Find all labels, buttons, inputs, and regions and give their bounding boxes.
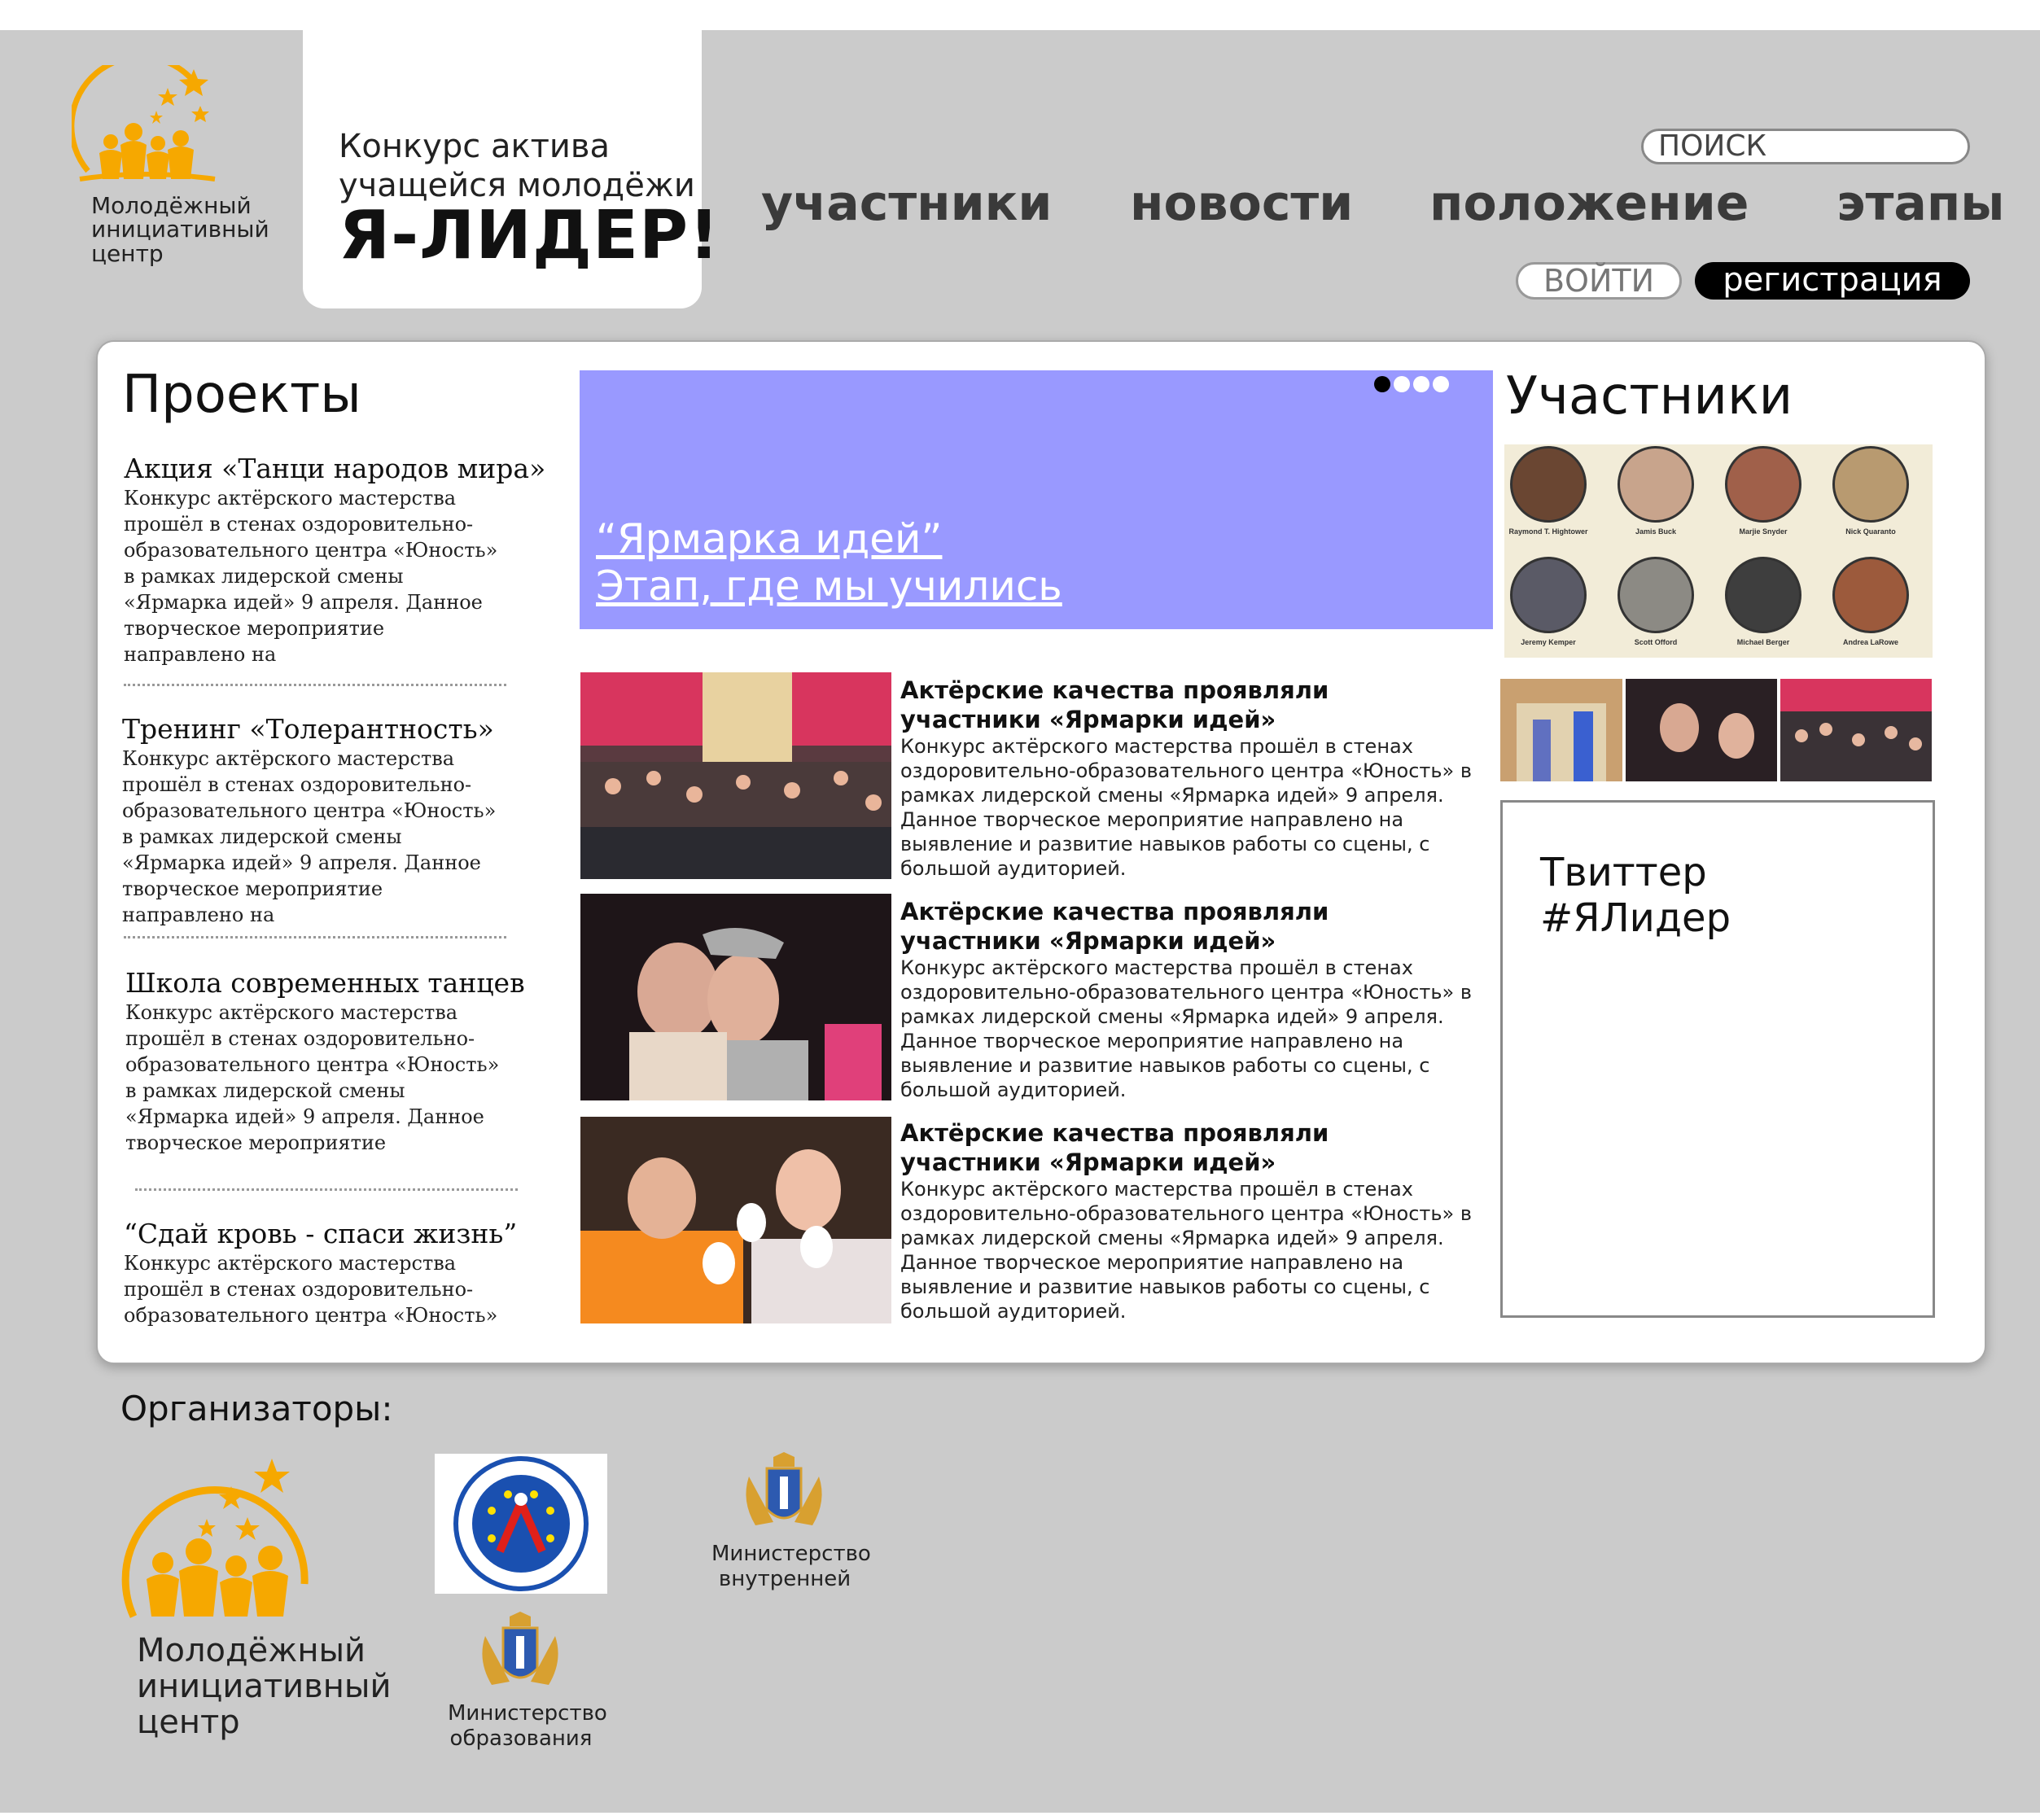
news-text: Конкурс актёрского мастерства прошёл в с… — [900, 735, 1472, 880]
caption-line: центр — [137, 1704, 240, 1741]
caption-line: образования — [449, 1726, 593, 1751]
slide-title-link[interactable]: “Ярмарка идей” — [596, 515, 942, 562]
participant-card[interactable]: Scott Offord — [1615, 557, 1696, 663]
participant-name: Jeremy Kemper — [1521, 638, 1576, 646]
contest-subtitle-line1: Конкурс актива — [339, 128, 611, 165]
twitter-line: Твиттер — [1540, 850, 1707, 895]
news-text: Конкурс актёрского мастерства прошёл в с… — [900, 1178, 1472, 1323]
avatar — [1510, 446, 1587, 523]
participant-name: Scott Offord — [1634, 638, 1678, 646]
slider-dot-active[interactable] — [1374, 376, 1390, 392]
caption-line: Молодёжный — [137, 1632, 366, 1669]
divider — [135, 1188, 518, 1191]
news-text: Конкурс актёрского мастерства прошёл в с… — [900, 956, 1472, 1101]
project-title[interactable]: Акция «Танци народов мира» — [124, 453, 545, 484]
search-input[interactable]: ПОИСК — [1641, 129, 1970, 164]
featured-slider[interactable]: “Ярмарка идей” Этап, где мы учились — [580, 370, 1493, 629]
project-text: Конкурс актёрского мастерства прошёл в с… — [124, 487, 498, 666]
project-text: Конкурс актёрского мастерства прошёл в с… — [122, 747, 497, 926]
participant-card[interactable]: Michael Berger — [1723, 557, 1804, 663]
nav-stages[interactable]: этапы — [1836, 175, 2005, 232]
avatar — [1618, 446, 1694, 523]
coat-of-arms-icon[interactable] — [469, 1612, 571, 1693]
slider-dot[interactable] — [1394, 376, 1410, 392]
logo-caption-line: центр — [91, 239, 164, 267]
avatar — [1832, 557, 1909, 633]
caption-line: Министерство — [448, 1701, 607, 1726]
divider — [124, 684, 506, 686]
participant-name: Nick Quaranto — [1845, 527, 1896, 536]
news-title[interactable]: Актёрские качества проявляли участники «… — [900, 676, 1470, 734]
avatar — [1510, 557, 1587, 633]
news-photo[interactable] — [580, 1117, 891, 1323]
twitter-title: Твиттер #ЯЛидер — [1540, 850, 1731, 941]
participants-heading: Участники — [1506, 366, 1793, 427]
divider — [124, 936, 506, 938]
participant-name: Andrea LaRowe — [1842, 638, 1898, 646]
project-title[interactable]: “Сдай кровь - спаси жизнь” — [124, 1218, 517, 1249]
projects-heading: Проекты — [122, 365, 361, 425]
mic-logo-icon[interactable] — [72, 65, 226, 187]
slider-dot[interactable] — [1413, 376, 1429, 392]
participant-name: Marjie Snyder — [1739, 527, 1788, 536]
avatar — [1725, 446, 1801, 523]
participant-card[interactable]: Nick Quaranto — [1830, 446, 1911, 552]
participant-card[interactable]: Jamis Buck — [1615, 446, 1696, 552]
participant-card[interactable]: Jeremy Kemper — [1508, 557, 1589, 663]
caption-line: инициативный — [137, 1668, 392, 1705]
ministry-internal-caption: Министерство внутренней — [711, 1542, 871, 1592]
participant-name: Raymond T. Hightower — [1508, 527, 1588, 536]
nav-news[interactable]: новости — [1130, 175, 1353, 232]
logo-caption-line: инициативный — [91, 216, 269, 243]
project-title[interactable]: Тренинг «Толерантность» — [122, 713, 494, 745]
news-title[interactable]: Актёрские качества проявляли участники «… — [900, 897, 1470, 956]
twitter-widget[interactable]: Твиттер #ЯЛидер — [1500, 800, 1935, 1318]
caption-line: внутренней — [718, 1567, 851, 1591]
photo-gallery-strip[interactable] — [1500, 679, 1932, 781]
nav-regulations[interactable]: положение — [1429, 175, 1749, 232]
avatar — [1618, 557, 1694, 633]
ministry-education-caption: Министерство образования — [448, 1701, 607, 1752]
news-photo[interactable] — [580, 894, 891, 1100]
twitter-hashtag: #ЯЛидер — [1540, 895, 1731, 941]
logo-caption-line: Молодёжный — [91, 192, 252, 219]
login-button[interactable]: ВОЙТИ — [1516, 262, 1682, 300]
participant-card[interactable]: Marjie Snyder — [1723, 446, 1804, 552]
project-text: Конкурс актёрского мастерства прошёл в с… — [125, 1001, 500, 1154]
news-photo[interactable] — [580, 672, 891, 879]
project-title[interactable]: Школа современных танцев — [125, 967, 525, 999]
project-text: Конкурс актёрского мастерства прошёл в с… — [124, 1252, 498, 1327]
mic-organizer-logo-icon[interactable] — [109, 1454, 321, 1630]
avatar — [1832, 446, 1909, 523]
caption-line: Министерство — [711, 1542, 871, 1566]
slider-dot[interactable] — [1433, 376, 1449, 392]
participant-name: Michael Berger — [1736, 638, 1790, 646]
mic-organizer-caption: Молодёжный инициативный центр — [137, 1633, 391, 1740]
register-button[interactable]: регистрация — [1695, 262, 1970, 300]
participant-name: Jamis Buck — [1635, 527, 1677, 536]
participant-card[interactable]: Andrea LaRowe — [1830, 557, 1911, 663]
organizers-heading: Организаторы: — [120, 1389, 393, 1428]
coat-of-arms-icon[interactable] — [733, 1452, 835, 1533]
slide-subtitle-link[interactable]: Этап, где мы учились — [596, 562, 1062, 610]
contest-title: Я-ЛИДЕР! — [339, 197, 720, 274]
youth-ministry-logo-icon[interactable] — [435, 1454, 607, 1594]
nav-participants[interactable]: участники — [761, 175, 1052, 232]
news-title[interactable]: Актёрские качества проявляли участники «… — [900, 1118, 1470, 1177]
mic-logo-caption: Молодёжный инициативный центр — [91, 192, 269, 267]
avatar — [1725, 557, 1801, 633]
participant-card[interactable]: Raymond T. Hightower — [1508, 446, 1589, 552]
